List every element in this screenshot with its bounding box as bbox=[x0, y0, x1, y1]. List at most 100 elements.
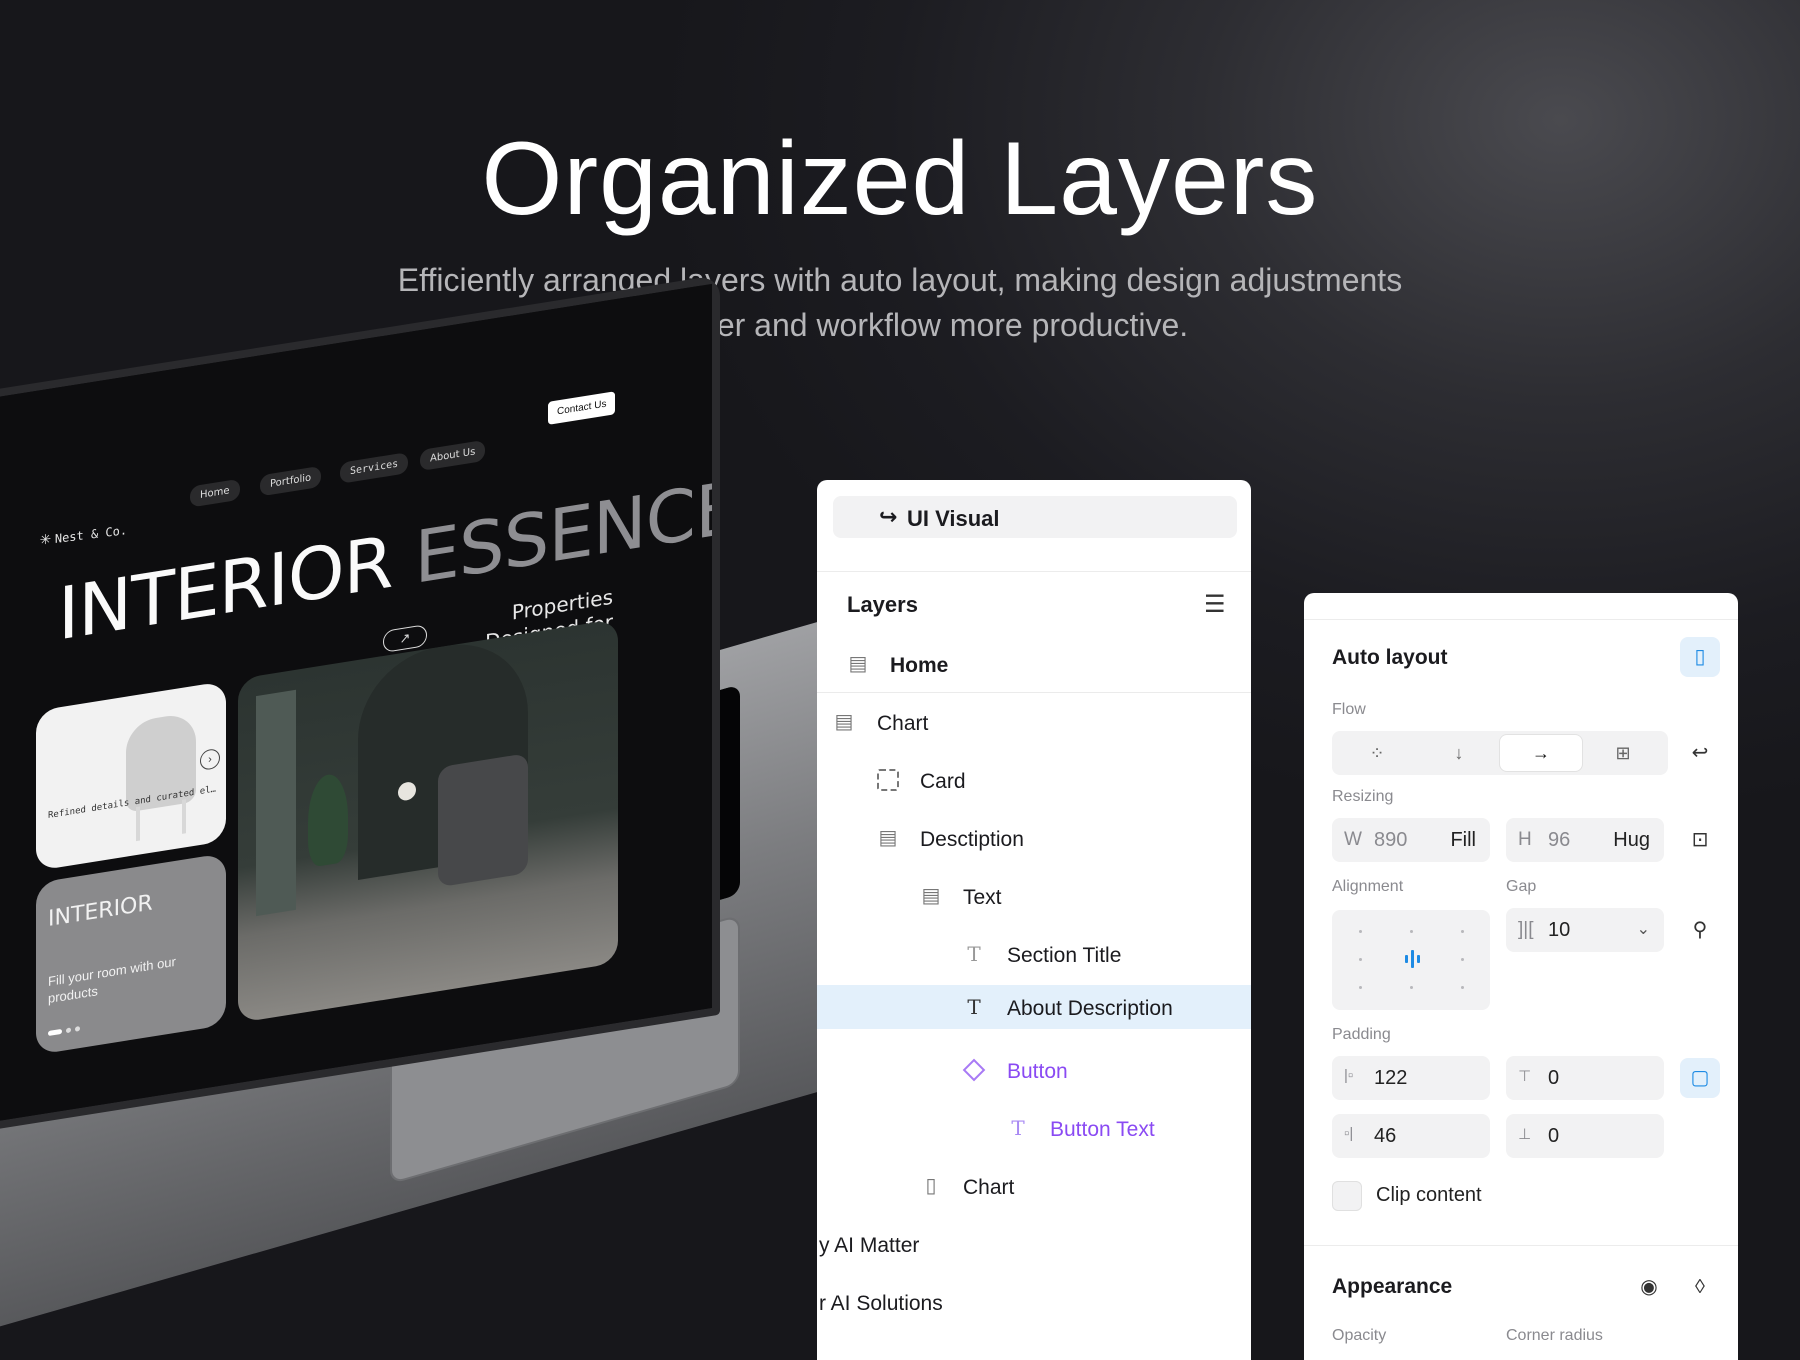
page-name: UI Visual bbox=[907, 506, 1000, 531]
layer-row-ai-solutions[interactable]: r AI Solutions bbox=[817, 1280, 1251, 1326]
page-arrow-icon: ↪ bbox=[879, 504, 898, 529]
site-nav-home[interactable]: Home bbox=[190, 478, 240, 508]
layer-label: Desctiption bbox=[920, 828, 1024, 851]
height-mode[interactable]: Hug bbox=[1613, 829, 1650, 852]
height-field[interactable]: H 96 Hug bbox=[1506, 818, 1664, 862]
plant-shape bbox=[308, 771, 348, 868]
alignment-center-icon bbox=[1405, 950, 1421, 968]
site-nav-services[interactable]: Services bbox=[340, 452, 409, 484]
padding-left-icon: |▫ bbox=[1344, 1067, 1354, 1084]
clip-content-label: Clip content bbox=[1376, 1184, 1482, 1206]
window-shape bbox=[256, 689, 296, 917]
layer-label: y AI Matter bbox=[819, 1234, 920, 1257]
flow-segmented: ⁘ ↓ → ⊞ bbox=[1332, 731, 1668, 775]
asterisk-logo-icon: ✳ bbox=[40, 527, 51, 550]
layer-label: Card bbox=[920, 770, 966, 793]
wrap-icon[interactable]: ↩ bbox=[1680, 733, 1720, 773]
padding-right-icon: ▫| bbox=[1344, 1125, 1354, 1142]
layer-row-ai-matter[interactable]: y AI Matter bbox=[817, 1222, 1251, 1268]
width-field[interactable]: W 890 Fill bbox=[1332, 818, 1490, 862]
layer-row-home[interactable]: ▤ Home bbox=[817, 642, 1251, 688]
layer-row-chart-2[interactable]: ▯ Chart bbox=[817, 1164, 1251, 1210]
layer-row-section-title[interactable]: T Section Title bbox=[817, 932, 1251, 978]
flow-freeform-icon[interactable]: ⁘ bbox=[1336, 735, 1418, 771]
layer-label: Section Title bbox=[1007, 944, 1122, 967]
chevron-down-icon[interactable]: ⌄ bbox=[1637, 919, 1650, 939]
product-card[interactable]: Refined details and curated el… › bbox=[36, 680, 226, 871]
laptop-screen: ✳ Nest & Co. Home Portfolio Services Abou… bbox=[0, 283, 712, 1126]
frame-rows-icon: ▤ bbox=[834, 711, 854, 733]
individual-padding-icon[interactable]: ▢ bbox=[1680, 1058, 1720, 1098]
interior-card-desc: Fill your room with our products bbox=[48, 953, 176, 1007]
site-nav-about[interactable]: About Us bbox=[420, 439, 486, 472]
layer-row-chart[interactable]: ▤ Chart bbox=[817, 700, 1251, 746]
arrow-up-right-icon[interactable]: ↗ bbox=[383, 624, 427, 654]
gap-icon: ]|[ bbox=[1518, 919, 1534, 940]
width-mode[interactable]: Fill bbox=[1450, 829, 1476, 852]
panel-topbar bbox=[1304, 593, 1738, 620]
opacity-label: Opacity bbox=[1332, 1327, 1387, 1344]
room-photo bbox=[238, 618, 618, 1023]
drop-icon[interactable]: ◊ bbox=[1680, 1267, 1720, 1307]
layer-label: About Description bbox=[1007, 997, 1173, 1020]
component-icon bbox=[962, 1058, 986, 1082]
layer-row-button-text[interactable]: T Button Text bbox=[817, 1106, 1251, 1152]
auto-layout-icon[interactable]: ▯ bbox=[1680, 637, 1720, 677]
divider bbox=[817, 692, 1251, 693]
flow-vertical-icon[interactable]: ↓ bbox=[1418, 735, 1500, 771]
properties-panel: Auto layout ▯ Flow ⁘ ↓ → ⊞ ↩ Resizing W … bbox=[1304, 593, 1738, 1360]
site-nav-portfolio[interactable]: Portfolio bbox=[260, 465, 322, 497]
padding-top-icon: ⊤ bbox=[1518, 1068, 1532, 1085]
eye-icon[interactable]: ◉ bbox=[1629, 1267, 1669, 1307]
chair-leg bbox=[182, 799, 186, 834]
interior-card[interactable]: INTERIOR Fill your room with our product… bbox=[36, 852, 226, 1055]
text-icon: T bbox=[967, 995, 981, 1019]
padding-right-value: 46 bbox=[1374, 1125, 1397, 1147]
layer-label: Button bbox=[1007, 1060, 1068, 1083]
gap-value: 10 bbox=[1548, 919, 1571, 941]
width-value: 890 bbox=[1374, 829, 1408, 851]
carousel-dots[interactable] bbox=[48, 1017, 84, 1041]
columns-icon: ▯ bbox=[925, 1175, 937, 1197]
flow-label: Flow bbox=[1332, 701, 1366, 718]
layers-title: Layers bbox=[847, 592, 918, 617]
layer-row-card[interactable]: Card bbox=[817, 758, 1251, 804]
padding-right-field[interactable]: ▫| 46 bbox=[1332, 1114, 1490, 1158]
hero-title: Organized Layers bbox=[481, 121, 1319, 237]
resizing-label: Resizing bbox=[1332, 788, 1394, 805]
width-prefix: W bbox=[1344, 829, 1362, 850]
advanced-settings-icon[interactable]: ⚲ bbox=[1680, 910, 1720, 950]
resize-to-fit-icon[interactable]: ⊡ bbox=[1680, 820, 1720, 860]
divider bbox=[1304, 1245, 1738, 1246]
page-selector[interactable]: ↪ UI Visual bbox=[833, 496, 1237, 538]
layer-label: Text bbox=[963, 886, 1002, 909]
layer-row-description[interactable]: ▤ Desctiption bbox=[817, 816, 1251, 862]
clip-content-checkbox[interactable] bbox=[1332, 1181, 1362, 1211]
layers-header: Layers ☰ bbox=[817, 572, 1251, 640]
height-prefix: H bbox=[1518, 829, 1532, 850]
padding-top-field[interactable]: ⊤ 0 bbox=[1506, 1056, 1664, 1100]
padding-label: Padding bbox=[1332, 1026, 1391, 1043]
laptop-lid: ✳ Nest & Co. Home Portfolio Services Abou… bbox=[0, 274, 720, 1135]
alignment-grid[interactable] bbox=[1332, 910, 1490, 1010]
chevron-right-icon[interactable]: › bbox=[200, 747, 220, 771]
layer-row-text[interactable]: ▤ Text bbox=[817, 874, 1251, 920]
flow-horizontal-icon[interactable]: → bbox=[1500, 735, 1582, 771]
padding-left-field[interactable]: |▫ 122 bbox=[1332, 1056, 1490, 1100]
layer-label: r AI Solutions bbox=[819, 1292, 943, 1315]
collapse-layers-icon[interactable]: ☰ bbox=[1204, 590, 1226, 619]
site-logo: ✳ Nest & Co. bbox=[40, 518, 127, 550]
site-contact-button[interactable]: Contact Us bbox=[548, 391, 616, 425]
layer-row-button[interactable]: Button bbox=[817, 1048, 1251, 1094]
interior-card-title: INTERIOR bbox=[48, 890, 153, 933]
layer-row-about-description[interactable]: T About Description bbox=[817, 985, 1251, 1029]
layer-label: Home bbox=[890, 654, 949, 677]
text-icon: T bbox=[967, 942, 981, 966]
text-icon: T bbox=[1011, 1116, 1025, 1140]
gap-field[interactable]: ]|[ 10 ⌄ bbox=[1506, 908, 1664, 952]
padding-bottom-field[interactable]: ⊥ 0 bbox=[1506, 1114, 1664, 1158]
frame-icon: ▤ bbox=[848, 653, 868, 675]
auto-layout-title: Auto layout bbox=[1332, 646, 1448, 669]
padding-bottom-value: 0 bbox=[1548, 1125, 1560, 1147]
flow-grid-icon[interactable]: ⊞ bbox=[1582, 735, 1664, 771]
